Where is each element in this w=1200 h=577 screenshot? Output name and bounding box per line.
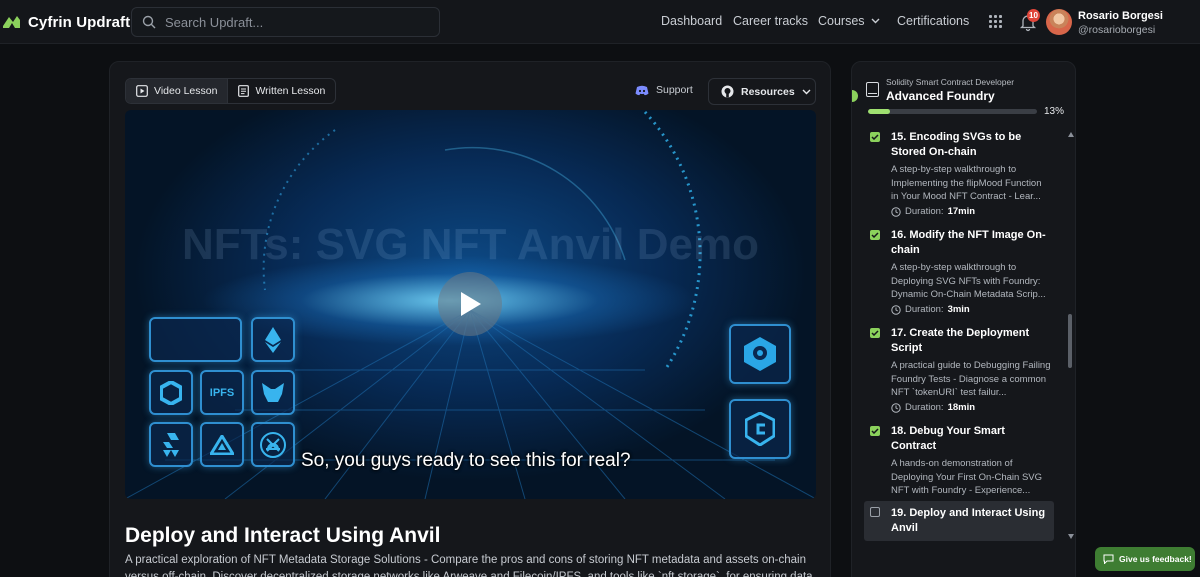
support-label: Support — [656, 84, 693, 96]
search-input[interactable] — [165, 14, 425, 30]
lesson-item-description: A practical guide to Debugging Failing F… — [891, 360, 1051, 398]
resources-button[interactable]: Resources — [708, 78, 816, 105]
chat-icon — [1103, 554, 1114, 564]
checkbox-checked-icon[interactable] — [870, 132, 880, 142]
chevron-down-icon — [871, 18, 880, 24]
video-title-overlay: NFTs: SVG NFT Anvil Demo — [182, 220, 759, 269]
duration-value: 17min — [947, 206, 976, 217]
nav-career-tracks[interactable]: Career tracks — [733, 14, 808, 28]
checkbox-checked-icon[interactable] — [870, 426, 880, 436]
course-progress-fill — [868, 109, 890, 114]
checkbox-checked-icon[interactable] — [870, 230, 880, 240]
lesson-item-duration: Duration: 3min — [891, 304, 970, 315]
play-icon — [461, 292, 481, 316]
cyfrin-logo-icon — [3, 16, 20, 28]
lesson-item-description: A hands-on demonstration of Deploying Yo… — [891, 458, 1043, 496]
lesson-description: A practical exploration of NFT Metadata … — [125, 554, 813, 577]
user-name[interactable]: Rosario Borgesi — [1078, 10, 1163, 22]
sidebar-scrollbar-thumb[interactable] — [1068, 314, 1072, 368]
lesson-tabs: Video Lesson Written Lesson — [125, 78, 337, 104]
github-icon — [721, 85, 734, 98]
lesson-item-title: 17. Create the Deployment Script — [891, 327, 1030, 354]
checkbox-unchecked-icon[interactable] — [870, 507, 880, 517]
lesson-panel: Video Lesson Written Lesson Support Reso… — [109, 61, 831, 577]
lesson-item-description: A step-by-step walkthrough to Implementi… — [891, 164, 1042, 202]
user-handle: @rosarioborgesi — [1078, 24, 1156, 36]
apps-grid-icon[interactable] — [989, 15, 1002, 28]
duration-label: Duration: — [905, 402, 944, 413]
book-icon — [866, 82, 879, 97]
lesson-title: Deploy and Interact Using Anvil — [125, 524, 441, 547]
feedback-label: Give us feedback! — [1119, 554, 1192, 564]
lesson-item-title: 16. Modify the NFT Image On-chain — [891, 229, 1046, 256]
search-icon — [142, 15, 156, 29]
brand-logo[interactable]: Cyfrin Updraft — [0, 11, 130, 33]
video-caption: So, you guys ready to see this for real? — [301, 450, 631, 471]
lesson-item-duration: Duration: 17min — [891, 206, 975, 217]
nav-certifications[interactable]: Certifications — [897, 14, 969, 28]
clock-icon — [891, 402, 901, 413]
course-name: Advanced Foundry — [886, 89, 995, 103]
discord-icon — [635, 85, 649, 95]
duration-label: Duration: — [905, 206, 944, 217]
course-path-label: Solidity Smart Contract Developer — [886, 77, 1015, 87]
course-sidebar: Solidity Smart Contract Developer Advanc… — [851, 61, 1076, 577]
lesson-item-description: A step-by-step walkthrough to Deploying … — [891, 262, 1046, 300]
lesson-item-title: 18. Debug Your Smart Contract — [891, 425, 1005, 452]
chevron-down-icon — [802, 89, 811, 94]
clock-icon — [891, 304, 901, 315]
avatar[interactable] — [1046, 9, 1072, 35]
tab-video-lesson[interactable]: Video Lesson — [126, 79, 228, 103]
solidity-icon — [149, 422, 193, 467]
video-icon — [136, 85, 148, 97]
course-progress-bar — [868, 109, 1037, 114]
cyfrin-mascot-icon — [729, 324, 791, 384]
nav-courses[interactable]: Courses — [818, 14, 880, 28]
scroll-down-arrow-icon[interactable] — [1068, 534, 1074, 539]
duration-label: Duration: — [905, 304, 944, 315]
chainlink-icon — [149, 370, 193, 415]
lesson-item[interactable]: 15. Encoding SVGs to be Stored On-chain … — [864, 130, 1054, 222]
hardhat-icon — [251, 422, 295, 467]
lesson-item-title: 19. Deploy and Interact Using Anvil — [891, 507, 1046, 534]
duration-value: 3min — [947, 304, 970, 315]
arweave-icon — [200, 422, 244, 467]
clock-icon — [891, 206, 901, 217]
foundry-mascot-tile — [149, 317, 242, 362]
play-button[interactable] — [438, 272, 502, 336]
checkbox-checked-icon[interactable] — [870, 328, 880, 338]
tab-video-label: Video Lesson — [154, 85, 218, 97]
video-player[interactable]: NFTs: SVG NFT Anvil Demo IPFS So, you gu… — [125, 110, 816, 499]
search-box[interactable] — [131, 7, 440, 37]
lesson-item-title: 15. Encoding SVGs to be Stored On-chain — [891, 131, 1022, 158]
course-progress-label: 13% — [1044, 106, 1065, 117]
top-navbar: Cyfrin Updraft Dashboard Career tracks C… — [0, 0, 1200, 44]
lesson-item-duration: Duration: 18min — [891, 402, 975, 413]
ethereum-icon — [251, 317, 295, 362]
tab-written-lesson[interactable]: Written Lesson — [227, 79, 335, 103]
nav-dashboard[interactable]: Dashboard — [661, 14, 722, 28]
tab-written-label: Written Lesson — [255, 85, 326, 97]
cyfrin-shield-icon — [729, 399, 791, 459]
lesson-item[interactable]: 17. Create the Deployment Script A pract… — [864, 326, 1054, 418]
sidebar-toggle-button[interactable] — [852, 90, 858, 102]
feedback-button[interactable]: Give us feedback! — [1095, 547, 1195, 571]
support-link[interactable]: Support — [635, 84, 693, 96]
document-icon — [238, 85, 250, 97]
ipfs-icon: IPFS — [200, 370, 244, 415]
nav-courses-label: Courses — [818, 14, 865, 28]
resources-label: Resources — [741, 85, 795, 98]
brand-name: Cyfrin Updraft — [28, 13, 131, 31]
lesson-item[interactable]: 16. Modify the NFT Image On-chain A step… — [864, 228, 1054, 320]
scroll-up-arrow-icon[interactable] — [1068, 132, 1074, 137]
duration-value: 18min — [947, 402, 976, 413]
notification-badge: 10 — [1027, 9, 1040, 22]
metamask-icon — [251, 370, 295, 415]
lesson-item-current[interactable]: 19. Deploy and Interact Using Anvil — [864, 501, 1054, 541]
